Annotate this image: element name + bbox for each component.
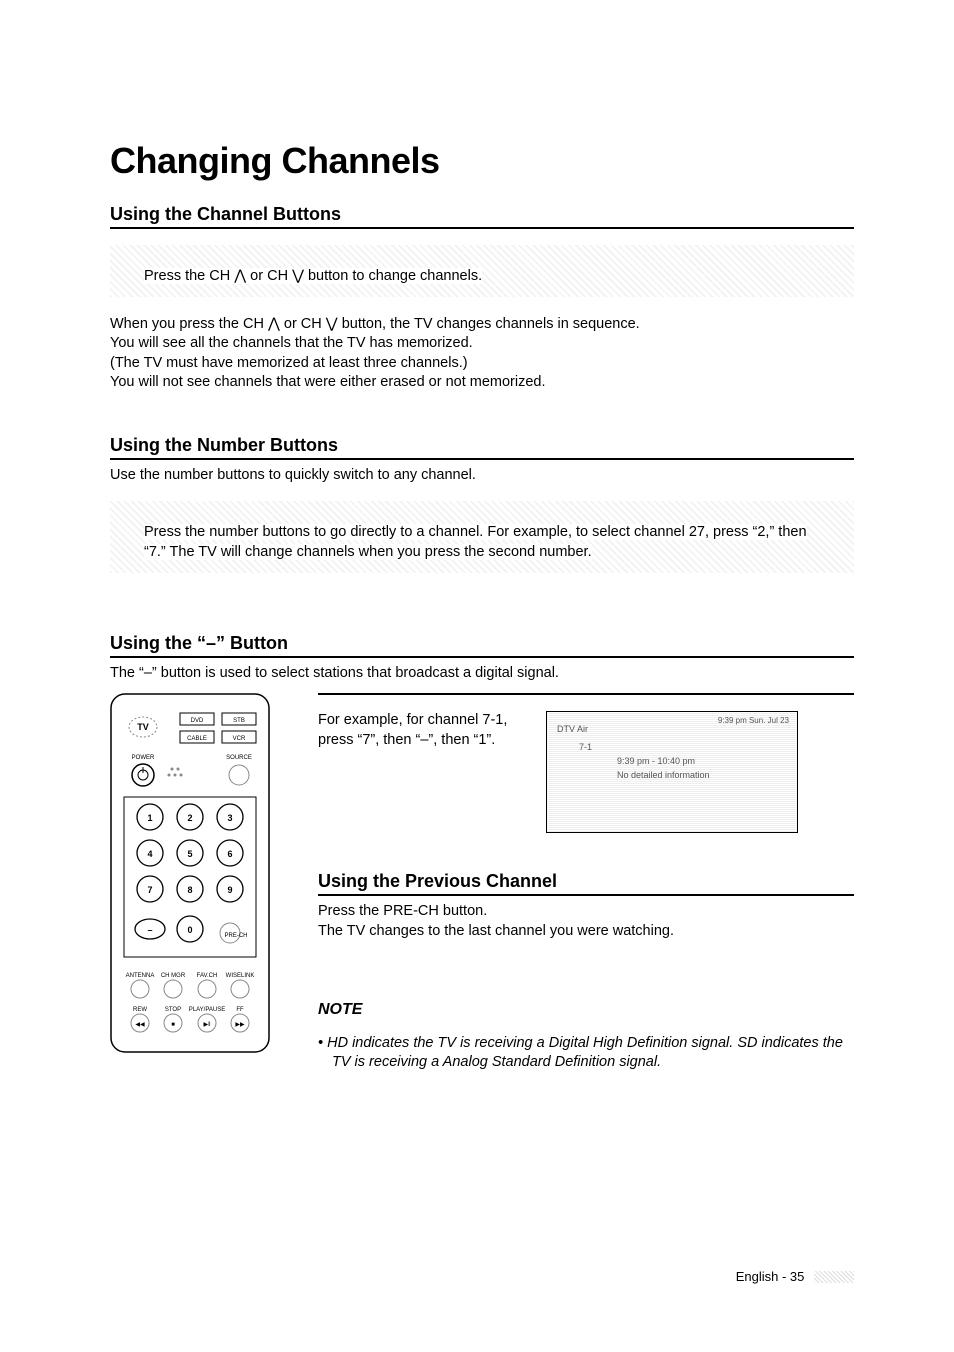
remote-key-6: 6	[227, 849, 232, 859]
callout-text: Press the number buttons to go directly …	[144, 524, 807, 560]
intro-dash-button: The “–” button is used to select station…	[110, 664, 854, 684]
dash-example-text: For example, for channel 7-1, press “7”,…	[318, 711, 518, 833]
svg-text:PLAY/PAUSE: PLAY/PAUSE	[189, 1007, 225, 1013]
remote-key-1: 1	[147, 813, 152, 823]
osd-slot: 9:39 pm - 10:40 pm	[617, 756, 695, 766]
svg-text:◀◀: ◀◀	[135, 1022, 145, 1028]
remote-illustration: TV DVD STB CABLE VCR POWER SOURCE	[110, 693, 270, 1087]
remote-mode-stb: STB	[233, 718, 245, 724]
svg-text:CH MGR: CH MGR	[161, 973, 186, 979]
osd-clock: 9:39 pm Sun. Jul 23	[718, 716, 789, 725]
section-heading-dash-button: Using the “–” Button	[110, 633, 854, 658]
section-heading-number-buttons: Using the Number Buttons	[110, 435, 854, 460]
remote-key-9: 9	[227, 885, 232, 895]
callout-channel-buttons: Press the CH ⋀ or CH ⋁ button to change …	[110, 245, 854, 297]
intro-number-buttons: Use the number buttons to quickly switch…	[110, 466, 854, 486]
osd-source: DTV Air	[557, 724, 588, 734]
note-text: HD indicates the TV is receiving a Digit…	[327, 1035, 843, 1071]
remote-key-3: 3	[227, 813, 232, 823]
body-channel-buttons: When you press the CH ⋀ or CH ⋁ button, …	[110, 315, 854, 393]
svg-text:FAV.CH: FAV.CH	[197, 973, 218, 979]
callout-text: Press the CH ⋀ or CH ⋁ button to change …	[144, 268, 482, 284]
svg-text:WISELINK: WISELINK	[226, 973, 255, 979]
callout-number-buttons: Press the number buttons to go directly …	[110, 501, 854, 572]
remote-label-prech: PRE-CH	[224, 933, 247, 939]
page-footer: English - 35	[736, 1269, 854, 1284]
svg-text:▶▶: ▶▶	[235, 1022, 245, 1028]
svg-text:▶‖: ▶‖	[203, 1022, 210, 1028]
remote-key-0: 0	[187, 925, 192, 935]
body-previous-channel: Press the PRE-CH button. The TV changes …	[318, 902, 854, 941]
osd-info: No detailed information	[617, 770, 710, 780]
note-heading: NOTE	[318, 1001, 854, 1019]
remote-key-4: 4	[147, 849, 152, 859]
remote-mode-dvd: DVD	[191, 718, 204, 724]
footer-patch	[814, 1271, 854, 1283]
osd-channel: 7-1	[579, 742, 592, 752]
remote-label-source: SOURCE	[226, 755, 252, 761]
svg-text:STOP: STOP	[165, 1007, 181, 1013]
section-heading-previous-channel: Using the Previous Channel	[318, 871, 854, 896]
svg-text:ANTENNA: ANTENNA	[126, 973, 155, 979]
remote-mode-vcr: VCR	[233, 736, 246, 742]
footer-label: English - 35	[736, 1269, 805, 1284]
section-heading-channel-buttons: Using the Channel Buttons	[110, 204, 854, 229]
remote-key-5: 5	[187, 849, 192, 859]
manual-page: Changing Channels Using the Channel Butt…	[0, 0, 954, 1352]
remote-key-2: 2	[187, 813, 192, 823]
remote-mode-cable: CABLE	[187, 736, 207, 742]
svg-text:FF: FF	[236, 1007, 244, 1013]
remote-mode-tv: TV	[137, 722, 149, 732]
osd-preview: DTV Air 7-1 9:39 pm Sun. Jul 23 9:39 pm …	[546, 711, 798, 833]
remote-key-7: 7	[147, 885, 152, 895]
note-body: • HD indicates the TV is receiving a Dig…	[318, 1034, 854, 1073]
svg-text:■: ■	[171, 1022, 175, 1028]
svg-text:REW: REW	[133, 1007, 147, 1013]
remote-label-power: POWER	[132, 755, 155, 761]
page-title: Changing Channels	[110, 140, 854, 182]
remote-key-–: –	[147, 925, 152, 935]
remote-key-8: 8	[187, 885, 192, 895]
